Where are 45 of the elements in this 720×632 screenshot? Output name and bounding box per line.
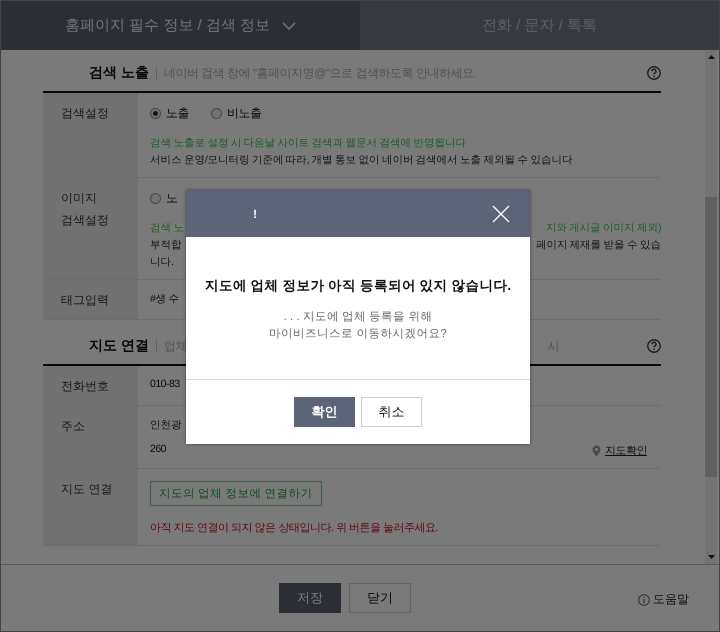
field-label: 검색설정 — [61, 105, 110, 122]
radio-option[interactable]: 노출 — [150, 105, 189, 122]
field-value: 010-83 — [150, 378, 181, 390]
field-label: 검색설정 — [61, 212, 110, 229]
scrollbar[interactable] — [705, 50, 717, 564]
warning-text: 아직 지도 연결이 되지 않은 상태입니다. 위 버튼을 눌러주세요. — [150, 521, 440, 535]
connect-map-button[interactable]: 지도의 업체 정보에 연결하기 — [150, 481, 322, 506]
note-text: 서비스 운영/모니터링 기준에 따라, 개별 통보 없이 네이버 검색에서 노출 제외될 수 있습니다 — [150, 153, 572, 167]
help-icon[interactable] — [647, 66, 661, 80]
radio-option[interactable]: 노 — [150, 190, 178, 207]
info-icon — [638, 594, 650, 606]
note-text: 검색 노 — [150, 221, 184, 235]
help-icon[interactable] — [647, 339, 661, 353]
field-label: 이미지 — [61, 190, 98, 207]
map-check-link[interactable]: 지도확인 — [592, 443, 647, 458]
dialog-button[interactable]: 취소 — [361, 397, 422, 427]
scrollbar-thumb[interactable] — [705, 197, 717, 477]
note-text: 니다. — [150, 255, 174, 269]
section-title: 검색 노출 — [89, 64, 149, 82]
note-text: 부적합 — [150, 238, 182, 252]
field-value: #생 수 — [150, 292, 180, 306]
section-title: 지도 연결 — [89, 337, 149, 355]
field-label: 태그입력 — [61, 292, 110, 309]
radio-option[interactable]: 비노출 — [211, 105, 262, 122]
tab[interactable]: 홈페이지 필수 정보 / 검색 정보 — [1, 1, 360, 50]
dialog-button[interactable]: 확인 — [294, 397, 355, 427]
note-text: 검색 노출로 설정 시 다음날 사이트 검색과 웹문서 검색에 반영됩니다 — [150, 136, 466, 150]
help-link[interactable]: 도움말 — [638, 591, 689, 608]
address-text: 인천광 — [150, 418, 182, 432]
map-pin-icon — [592, 444, 601, 456]
field-label: 주소 — [61, 418, 86, 435]
scroll-up-icon[interactable] — [708, 55, 714, 59]
footer-button[interactable]: 저장 — [279, 583, 341, 613]
dialog-message: 마이비즈니스로 이동하시겠어요? — [269, 327, 447, 342]
dialog-title: 지도에 업체 정보가 아직 등록되어 있지 않습니다. — [204, 277, 512, 295]
note-text: 지와 게시글 이미지 제외) — [546, 221, 661, 235]
note-text: 페이지 제재를 받을 수 있습 — [536, 238, 661, 252]
close-icon[interactable] — [492, 204, 510, 222]
scroll-down-icon[interactable] — [708, 555, 714, 559]
footer-button[interactable]: 닫기 — [349, 583, 411, 613]
field-label: 지도 연결 — [61, 481, 114, 498]
address-text: 260 — [150, 443, 166, 457]
alert-icon-text: ! — [253, 206, 257, 220]
field-label: 전화번호 — [61, 378, 110, 395]
dialog-message: . . . 지도에 업체 등록을 위해 — [284, 310, 432, 325]
